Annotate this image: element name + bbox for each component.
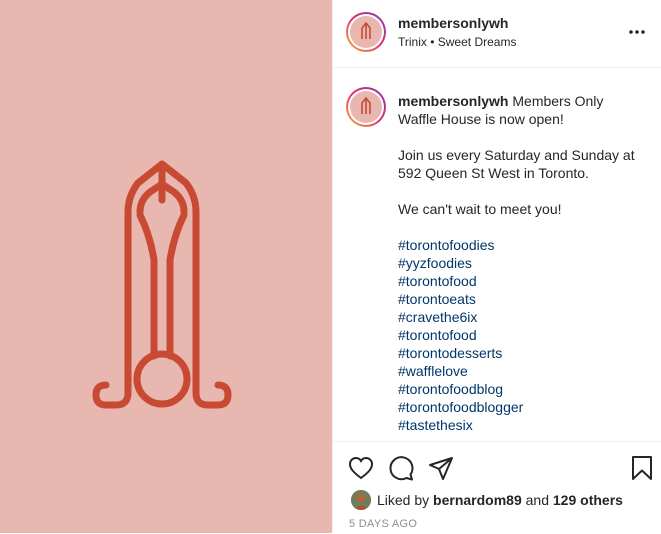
post-actions: Liked by bernardom89 and 129 others 5 DA… bbox=[333, 441, 661, 534]
likes-summary: Liked by bernardom89 and 129 others bbox=[351, 490, 623, 510]
post-header: membersonlywh Trinix • Sweet Dreams bbox=[333, 0, 661, 68]
person-photo bbox=[351, 490, 371, 510]
caption-avatar[interactable] bbox=[346, 87, 386, 127]
caption-username[interactable]: membersonlywh bbox=[398, 93, 508, 109]
more-options-button[interactable] bbox=[626, 22, 648, 42]
post-timestamp[interactable]: 5 DAYS AGO bbox=[349, 518, 417, 530]
hashtag-link[interactable]: #wafflelove bbox=[398, 362, 638, 380]
hashtag-link[interactable]: #torontofoodblog bbox=[398, 380, 638, 398]
comment-icon bbox=[389, 456, 414, 481]
hashtag-link[interactable]: #torontofood bbox=[398, 272, 638, 290]
likes-and: and bbox=[525, 492, 549, 508]
post-sidebar: membersonlywh Trinix • Sweet Dreams memb… bbox=[332, 0, 661, 533]
share-button[interactable] bbox=[427, 454, 455, 482]
liker-avatar[interactable] bbox=[351, 490, 371, 510]
bookmark-icon bbox=[632, 456, 652, 480]
post-caption: membersonlywh Members Only Waffle House … bbox=[398, 92, 638, 434]
heart-icon bbox=[348, 456, 374, 480]
hashtag-link[interactable]: #torontofood bbox=[398, 326, 638, 344]
hashtag-list: #torontofoodies #yyzfoodies #torontofood… bbox=[398, 236, 638, 434]
caption-paragraph: We can't wait to meet you! bbox=[398, 201, 562, 217]
more-options-icon bbox=[629, 30, 645, 34]
liked-by-user-link[interactable]: bernardom89 bbox=[433, 492, 522, 508]
logo-icon bbox=[361, 21, 371, 39]
share-icon bbox=[429, 457, 453, 480]
save-button[interactable] bbox=[628, 454, 656, 482]
comment-button[interactable] bbox=[387, 454, 415, 482]
location-link[interactable]: Trinix • Sweet Dreams bbox=[398, 35, 516, 49]
hashtag-link[interactable]: #torontofoodies bbox=[398, 236, 638, 254]
post-image[interactable] bbox=[0, 0, 332, 533]
logo-icon bbox=[361, 96, 371, 114]
likes-prefix: Liked by bbox=[377, 492, 430, 508]
likes-count-link[interactable]: 129 others bbox=[553, 492, 623, 508]
hashtag-link[interactable]: #torontodesserts bbox=[398, 344, 638, 362]
avatar[interactable] bbox=[346, 12, 386, 52]
caption-paragraph: Join us every Saturday and Sunday at 592… bbox=[398, 147, 635, 181]
like-button[interactable] bbox=[347, 454, 375, 482]
waffle-house-logo bbox=[92, 160, 232, 409]
hashtag-link[interactable]: #cravethe6ix bbox=[398, 308, 638, 326]
hashtag-link[interactable]: #torontofoodblogger bbox=[398, 398, 638, 416]
header-username[interactable]: membersonlywh bbox=[398, 15, 508, 31]
hashtag-link[interactable]: #tastethesix bbox=[398, 416, 638, 434]
hashtag-link[interactable]: #yyzfoodies bbox=[398, 254, 638, 272]
caption-section: membersonlywh Members Only Waffle House … bbox=[333, 68, 661, 440]
hashtag-link[interactable]: #torontoeats bbox=[398, 290, 638, 308]
